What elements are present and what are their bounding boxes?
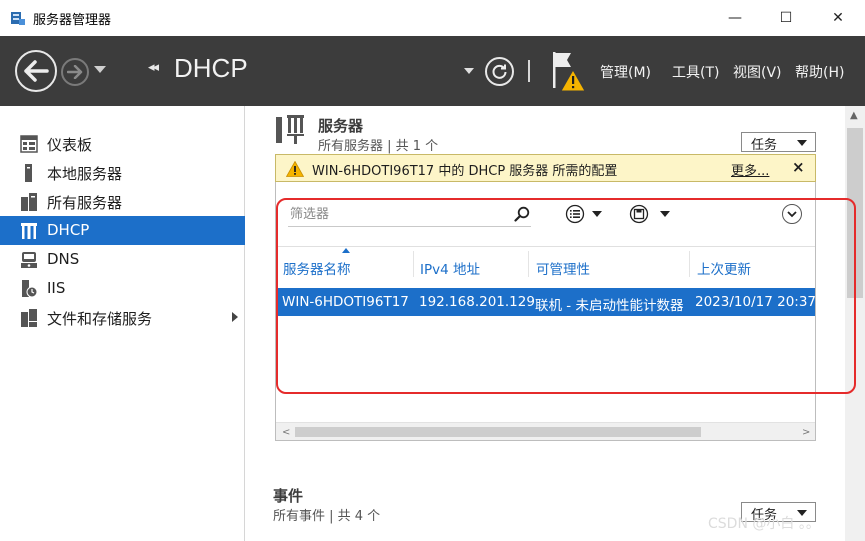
sidebar-item-dhcp[interactable]: DHCP xyxy=(0,216,245,245)
sidebar-item-dashboard[interactable]: 仪表板 xyxy=(0,129,245,158)
column-divider[interactable] xyxy=(528,251,529,277)
column-divider[interactable] xyxy=(413,251,414,277)
chevron-right-icon[interactable] xyxy=(232,312,238,322)
column-header-server-name[interactable]: 服务器名称 xyxy=(283,258,351,278)
vertical-scroll-thumb[interactable] xyxy=(847,128,863,298)
watermark-text: CSDN @小白 。。 xyxy=(708,516,820,532)
sidebar-item-file-storage[interactable]: 文件和存储服务 xyxy=(0,303,245,332)
sidebar-item-iis[interactable]: IIS xyxy=(0,274,245,303)
menu-view[interactable]: 视图(V) xyxy=(733,62,782,82)
dashboard-icon xyxy=(20,135,38,153)
title-bar: 服务器管理器 — ☐ ✕ xyxy=(0,0,865,36)
server-manager-app-icon xyxy=(11,12,25,25)
iis-icon xyxy=(22,280,38,298)
local-server-icon xyxy=(25,164,32,182)
breadcrumb-chevron-icon[interactable]: ◂◂ xyxy=(148,60,159,75)
events-section-title: 事件 xyxy=(273,487,304,505)
servers-grid-panel: 服务器名称 IPv4 地址 可管理性 上次更新 WIN-6HDOTI96T17 … xyxy=(275,182,816,441)
scroll-right-icon[interactable]: > xyxy=(802,427,810,438)
dhcp-icon xyxy=(21,223,37,239)
filter-input[interactable] xyxy=(288,203,508,225)
notification-flag-icon[interactable] xyxy=(550,50,588,94)
column-header-last-update[interactable]: 上次更新 xyxy=(697,258,751,278)
sidebar: 仪表板 本地服务器 所有服务器 DHCP DNS IIS 文件和存储服务 xyxy=(0,106,245,541)
sidebar-item-label: IIS xyxy=(47,279,66,297)
warning-icon xyxy=(286,161,304,177)
grid-header: 服务器名称 IPv4 地址 可管理性 上次更新 xyxy=(276,246,815,280)
servers-section-icon xyxy=(276,115,304,144)
scroll-left-icon[interactable]: < xyxy=(282,427,290,438)
filter-box xyxy=(288,203,531,227)
header-bar: ◂◂ DHCP 管理(M) 工具(T) 视图(V) 帮助(H) xyxy=(0,36,865,106)
column-header-manageability[interactable]: 可管理性 xyxy=(536,258,590,278)
menu-tools[interactable]: 工具(T) xyxy=(672,62,719,82)
warning-text: WIN-6HDOTI96T17 中的 DHCP 服务器 所需的配置 xyxy=(312,164,618,179)
events-section-subtitle: 所有事件 | 共 4 个 xyxy=(273,509,381,524)
sidebar-item-all-servers[interactable]: 所有服务器 xyxy=(0,187,245,216)
horizontal-scroll-thumb[interactable] xyxy=(295,427,701,437)
minimize-icon: — xyxy=(728,10,742,26)
scroll-up-icon[interactable]: ▲ xyxy=(850,110,858,121)
sidebar-item-label: 仪表板 xyxy=(47,136,93,154)
server-manager-window: 服务器管理器 — ☐ ✕ ◂◂ DHCP 管理(M) 工具(T) 视图(V) 帮… xyxy=(0,0,865,541)
expand-button[interactable] xyxy=(782,204,802,224)
menu-manage[interactable]: 管理(M) xyxy=(600,62,651,82)
warning-close-button[interactable]: × xyxy=(792,158,805,176)
horizontal-scrollbar[interactable]: < > xyxy=(276,422,815,440)
minimize-button[interactable]: — xyxy=(712,0,758,36)
list-options-icon[interactable] xyxy=(564,204,586,224)
save-query-dropdown-icon[interactable] xyxy=(660,211,670,217)
table-row[interactable]: WIN-6HDOTI96T17 192.168.201.129 联机 - 未启动… xyxy=(276,288,815,316)
column-header-ipv4[interactable]: IPv4 地址 xyxy=(420,258,480,278)
cell-ipv4: 192.168.201.129 xyxy=(419,294,535,310)
breadcrumb-dropdown-icon[interactable] xyxy=(464,68,474,74)
refresh-icon xyxy=(492,64,507,79)
servers-tasks-button[interactable]: 任务 xyxy=(741,132,816,153)
chevron-down-icon xyxy=(797,140,807,146)
list-options-dropdown-icon[interactable] xyxy=(592,211,602,217)
arrow-left-icon xyxy=(24,60,49,82)
servers-section-title: 服务器 xyxy=(318,117,364,135)
sort-ascending-icon xyxy=(342,248,350,253)
sidebar-item-label: DHCP xyxy=(47,221,90,239)
sidebar-item-local-server[interactable]: 本地服务器 xyxy=(0,158,245,187)
file-storage-icon xyxy=(21,309,37,327)
warning-more-link[interactable]: 更多... xyxy=(731,160,769,179)
arrow-right-icon xyxy=(67,65,83,79)
sidebar-item-label: 本地服务器 xyxy=(47,165,123,183)
servers-section-subtitle: 所有服务器 | 共 1 个 xyxy=(318,139,439,154)
sidebar-item-label: DNS xyxy=(47,250,80,268)
sidebar-item-label: 所有服务器 xyxy=(47,194,123,212)
column-divider[interactable] xyxy=(689,251,690,277)
cell-manageability: 联机 - 未启动性能计数器 xyxy=(535,298,684,314)
cell-last-update: 2023/10/17 20:37: xyxy=(695,294,815,310)
save-query-icon[interactable] xyxy=(628,204,650,224)
forward-button[interactable] xyxy=(61,58,89,86)
close-window-button[interactable]: ✕ xyxy=(815,0,861,36)
chevron-down-icon xyxy=(787,210,797,217)
all-servers-icon xyxy=(21,193,37,211)
tasks-label: 任务 xyxy=(751,138,778,153)
refresh-button[interactable] xyxy=(485,57,514,86)
history-dropdown-icon[interactable] xyxy=(94,66,106,73)
vertical-scrollbar[interactable]: ▲ xyxy=(845,106,865,541)
page-title: DHCP xyxy=(174,53,248,83)
main-content: 服务器 所有服务器 | 共 1 个 任务 WIN-6HDOTI96T17 中的 … xyxy=(246,106,865,541)
cell-server-name: WIN-6HDOTI96T17 xyxy=(282,294,409,310)
window-title: 服务器管理器 xyxy=(33,13,112,28)
sidebar-item-label: 文件和存储服务 xyxy=(47,310,153,328)
header-divider xyxy=(528,60,530,82)
maximize-button[interactable]: ☐ xyxy=(763,0,809,36)
sidebar-item-dns[interactable]: DNS xyxy=(0,245,245,274)
back-button[interactable] xyxy=(15,50,57,92)
dns-icon xyxy=(21,252,37,268)
search-icon[interactable] xyxy=(514,206,530,222)
menu-help[interactable]: 帮助(H) xyxy=(795,62,844,82)
maximize-icon: ☐ xyxy=(779,10,793,26)
close-icon: ✕ xyxy=(832,10,844,26)
warning-banner: WIN-6HDOTI96T17 中的 DHCP 服务器 所需的配置 更多... … xyxy=(275,154,816,182)
